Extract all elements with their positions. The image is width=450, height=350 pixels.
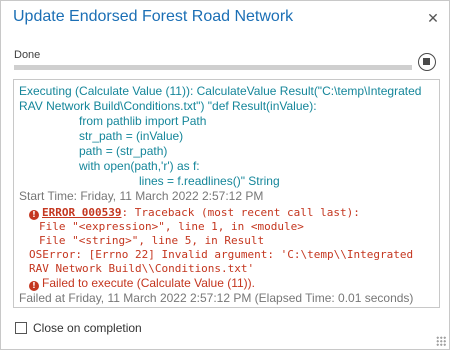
- os-error-line: OSError: [Errno 22] Invalid argument: 'C…: [29, 248, 414, 261]
- error-head-text: : Traceback (most recent call last):: [121, 206, 360, 219]
- close-icon[interactable]: ✕: [423, 9, 443, 29]
- start-time-text: Start Time: Friday, 11 March 2022 2:57:1…: [19, 189, 264, 203]
- progress-bar-fill: [14, 65, 412, 70]
- stop-icon[interactable]: [418, 53, 436, 71]
- executing-message-line: RAV Network Build\Conditions.txt") "def …: [19, 99, 317, 113]
- os-error-line: RAV Network Build\\Conditions.txt': [29, 262, 255, 275]
- code-line: from pathlib import Path: [79, 114, 207, 128]
- stop-square-icon: [423, 58, 430, 65]
- dialog-title: Update Endorsed Forest Road Network: [13, 8, 294, 25]
- resize-grip-icon[interactable]: [436, 336, 446, 346]
- traceback-line: File "<string>", line 5, in Result: [39, 234, 265, 247]
- code-line: path = (str_path): [79, 144, 168, 158]
- error-icon: !: [29, 281, 39, 291]
- failed-execute-message: ! Failed to execute (Calculate Value (11)…: [19, 276, 434, 291]
- progress-bar: [14, 65, 412, 70]
- title-bar: Update Endorsed Forest Road Network ✕: [1, 1, 449, 37]
- messages-panel[interactable]: Executing (Calculate Value (11)): Calcul…: [13, 79, 440, 308]
- geoprocessing-dialog: Update Endorsed Forest Road Network ✕ Do…: [0, 0, 450, 350]
- failed-execute-text: Failed to execute (Calculate Value (11))…: [42, 276, 255, 290]
- close-on-completion-label[interactable]: Close on completion: [33, 321, 142, 335]
- code-line: lines = f.readlines()" String: [139, 174, 280, 188]
- failed-at-text: Failed at Friday, 11 March 2022 2:57:12 …: [19, 291, 414, 305]
- code-line: with open(path,'r') as f:: [79, 159, 200, 173]
- error-icon: !: [29, 210, 39, 220]
- executing-message-line: Executing (Calculate Value (11)): Calcul…: [19, 84, 422, 98]
- close-on-completion-checkbox[interactable]: [15, 322, 27, 334]
- close-on-completion-option[interactable]: Close on completion: [15, 321, 142, 335]
- traceback-line: File "<expression>", line 1, in <module>: [39, 220, 304, 233]
- error-code-link[interactable]: ERROR 000539: [42, 206, 121, 219]
- progress-status-text: Done: [14, 49, 41, 61]
- error-message-header: ! ERROR 000539: Traceback (most recent ca…: [19, 206, 434, 220]
- code-line: str_path = (inValue): [79, 129, 184, 143]
